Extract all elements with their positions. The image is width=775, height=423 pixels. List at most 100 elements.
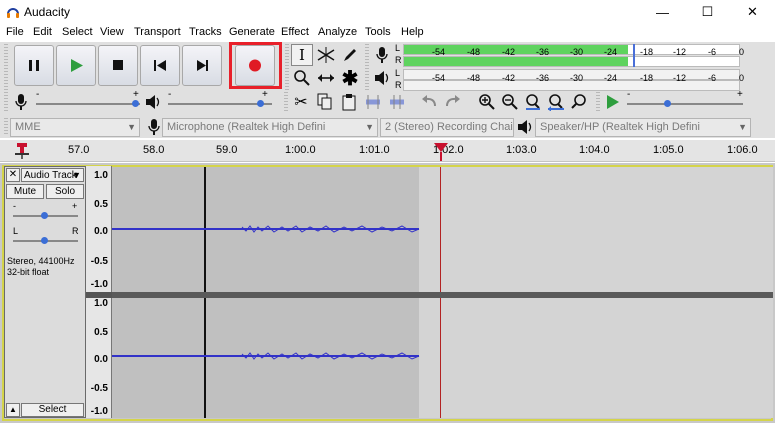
fit-project-button[interactable] (545, 91, 567, 113)
envelope-icon (317, 47, 335, 63)
play-tick: -36 (536, 73, 550, 83)
menu-help[interactable]: Help (401, 26, 424, 38)
waveform-left-channel[interactable] (112, 167, 773, 292)
multi-tool-button[interactable]: ✱ (339, 67, 361, 90)
track-name: Audio Track (24, 170, 77, 181)
pin-playhead-button[interactable] (12, 142, 32, 160)
playback-volume-thumb[interactable] (257, 100, 264, 107)
waveform-right-svg (112, 352, 420, 360)
pause-button[interactable] (14, 45, 54, 86)
microphone-icon (15, 94, 27, 110)
playhead-marker-icon[interactable] (433, 141, 449, 161)
record-tick: -12 (673, 47, 687, 57)
tools-toolbar-grip[interactable] (285, 44, 289, 90)
play-speed-thumb[interactable] (664, 100, 671, 107)
undo-icon (422, 95, 436, 107)
menu-edit[interactable]: Edit (33, 26, 52, 38)
skip-to-start-button[interactable] (140, 45, 180, 86)
play-meter-button[interactable] (371, 67, 393, 89)
playback-device-select[interactable]: Speaker/HP (Realtek High Defini ▼ (535, 118, 751, 137)
zoom-in-icon (479, 94, 495, 110)
menu-generate[interactable]: Generate (229, 26, 275, 38)
minimize-button[interactable]: — (640, 0, 685, 24)
menu-effect[interactable]: Effect (281, 26, 309, 38)
redo-button[interactable] (442, 91, 464, 113)
zoom-tool-button[interactable] (291, 67, 313, 89)
speed-minus: - (627, 89, 631, 100)
pan-slider-thumb[interactable] (41, 237, 48, 244)
edit-toolbar-grip[interactable] (284, 92, 288, 112)
select-track-button[interactable]: Select (21, 403, 84, 417)
zoom-in-button[interactable] (476, 91, 498, 113)
solo-button[interactable]: Solo (46, 184, 84, 199)
record-tick: -24 (604, 47, 618, 57)
mixer-toolbar-grip[interactable] (4, 92, 8, 112)
trim-button[interactable] (362, 91, 384, 113)
record-tick: -36 (536, 47, 550, 57)
device-toolbar-grip[interactable] (4, 118, 8, 136)
maximize-button[interactable]: ☐ (685, 0, 730, 24)
zoom-toggle-button[interactable] (568, 91, 590, 113)
play-at-speed-button[interactable] (601, 91, 623, 113)
transport-toolbar-grip[interactable] (4, 44, 8, 90)
pin-icon (15, 143, 29, 159)
track-close-button[interactable]: ✕ (6, 168, 20, 182)
recording-volume-icon-wrap (10, 91, 32, 113)
menu-transport[interactable]: Transport (134, 26, 181, 38)
play-icon (71, 59, 83, 72)
track-format-info: Stereo, 44100Hz 32-bit float (7, 256, 75, 278)
skip-to-end-button[interactable] (182, 45, 222, 86)
play-meter-right-label: R (395, 80, 402, 90)
record-button[interactable] (235, 45, 275, 86)
play-speed-slider[interactable] (627, 103, 743, 105)
menu-view[interactable]: View (100, 26, 124, 38)
scissors-icon: ✂ (294, 94, 308, 111)
timeline-ruler[interactable]: 57.0 58.0 59.0 1:00.0 1:01.0 1:02.0 1:03… (0, 140, 775, 162)
recording-volume-thumb[interactable] (132, 100, 139, 107)
ruler-tick-label: 1:05.0 (653, 144, 684, 156)
mute-button[interactable]: Mute (6, 184, 44, 199)
menu-tools[interactable]: Tools (365, 26, 391, 38)
menu-file[interactable]: File (6, 26, 24, 38)
play-at-speed-grip[interactable] (596, 92, 600, 112)
paste-button[interactable] (338, 91, 360, 113)
play-tick: -18 (640, 73, 654, 83)
recording-device-select[interactable]: Microphone (Realtek High Defini ▼ (162, 118, 378, 137)
time-shift-tool-button[interactable] (315, 67, 337, 89)
audio-host-select[interactable]: MME ▼ (10, 118, 140, 137)
fit-selection-button[interactable] (522, 91, 544, 113)
collapse-track-button[interactable]: ▲ (6, 403, 20, 417)
menu-tracks[interactable]: Tracks (189, 26, 222, 38)
recording-volume-slider[interactable] (36, 103, 140, 105)
track-format-depth: 32-bit float (7, 267, 50, 277)
draw-tool-button[interactable] (339, 44, 361, 66)
i-beam-icon: I (299, 46, 305, 64)
amp-label-top: 1.0 (94, 170, 108, 181)
track-menu-arrow-icon: ▼ (72, 170, 81, 180)
play-tick: -48 (467, 73, 481, 83)
zoom-fit-icon (548, 94, 564, 111)
undo-button[interactable] (418, 91, 440, 113)
menu-analyze[interactable]: Analyze (318, 26, 357, 38)
record-meter-right[interactable] (403, 56, 740, 67)
play-tick: 0 (739, 73, 745, 83)
record-tick: -42 (502, 47, 516, 57)
meter-toolbar-grip[interactable] (365, 44, 369, 90)
silence-button[interactable] (386, 91, 408, 113)
pan-left-label: L (13, 226, 19, 236)
recording-channels-select[interactable]: 2 (Stereo) Recording Chai (380, 118, 514, 137)
envelope-tool-button[interactable] (315, 44, 337, 66)
track-menu-button[interactable]: Audio Track ▼ (21, 168, 84, 182)
zoom-out-button[interactable] (499, 91, 521, 113)
gain-slider-thumb[interactable] (41, 212, 48, 219)
copy-button[interactable] (314, 91, 336, 113)
waveform-right-channel[interactable] (112, 298, 773, 418)
selection-tool-button[interactable]: I (291, 44, 313, 66)
close-button[interactable]: ✕ (730, 0, 775, 24)
stop-button[interactable] (98, 45, 138, 86)
playback-volume-minus: - (168, 89, 172, 100)
menu-select[interactable]: Select (62, 26, 93, 38)
cut-button[interactable]: ✂ (290, 91, 312, 113)
play-button[interactable] (56, 45, 96, 86)
record-meter-button[interactable] (371, 44, 393, 66)
